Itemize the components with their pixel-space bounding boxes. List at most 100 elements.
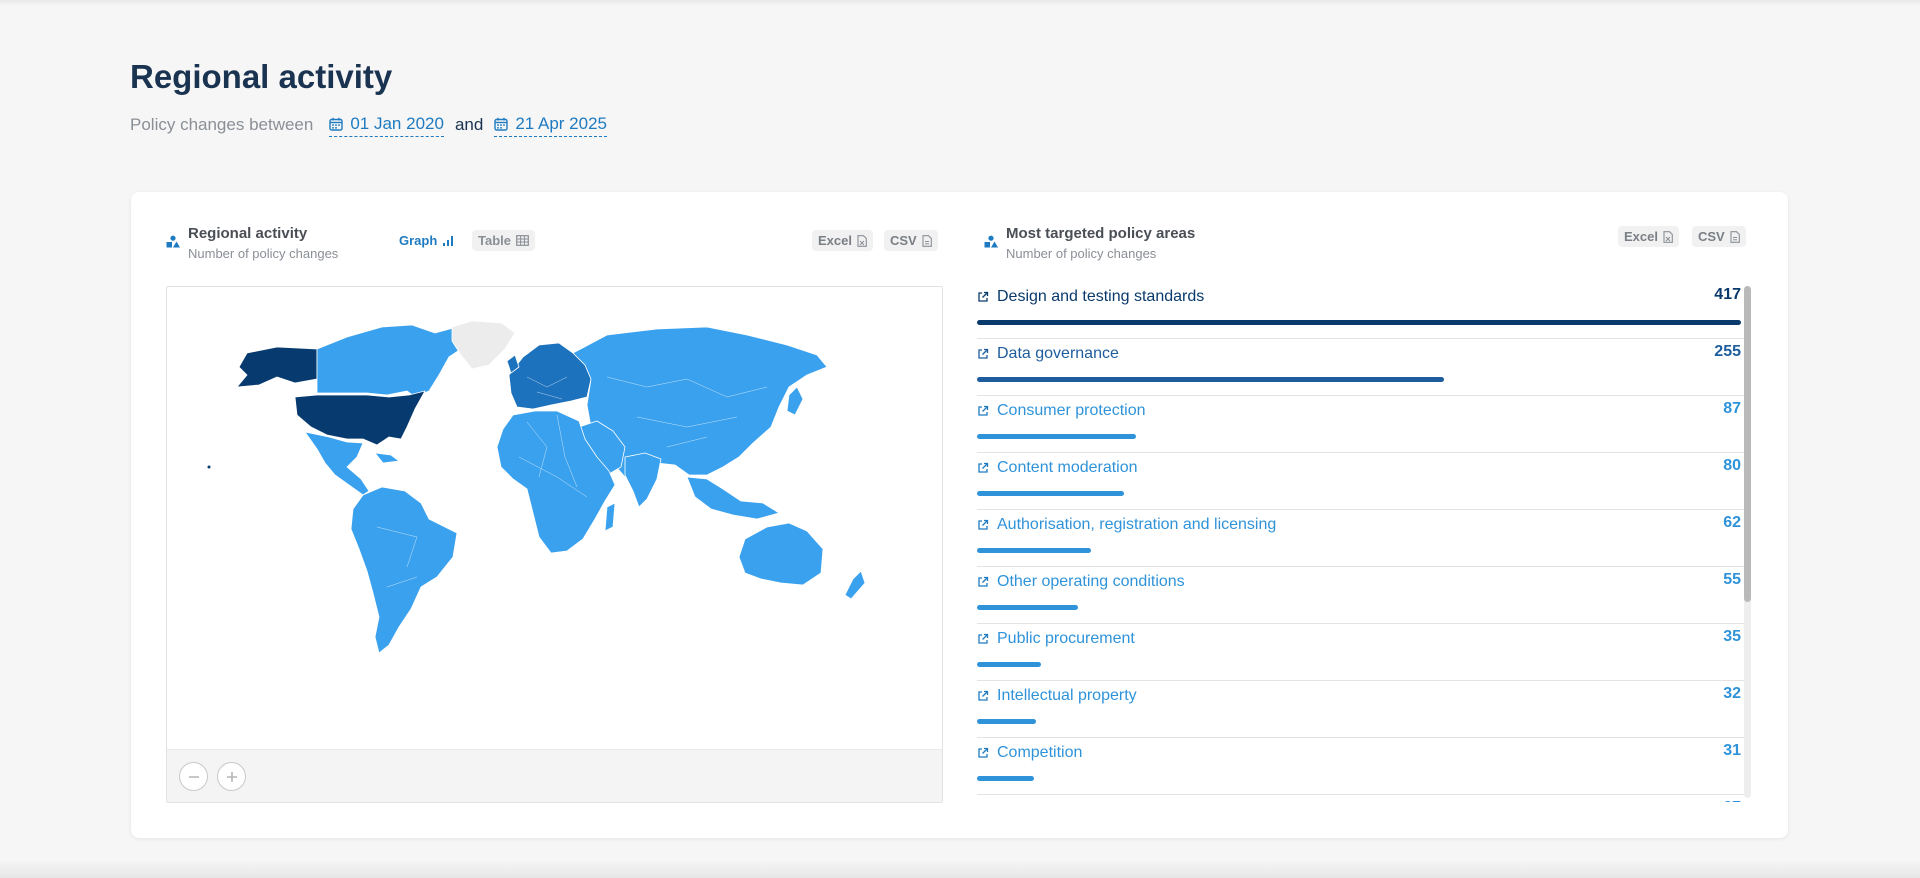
start-date-value: 01 Jan 2020 xyxy=(350,113,444,133)
policy-area-row[interactable]: Public procurement 35 xyxy=(977,624,1751,681)
policy-area-row[interactable]: Competition 31 xyxy=(977,738,1751,795)
world-map-canvas xyxy=(207,320,866,654)
policy-area-bar-track xyxy=(977,776,1741,781)
excel-label: Excel xyxy=(1624,229,1658,244)
policy-list-scrollbar[interactable] xyxy=(1744,286,1751,798)
policy-area-row[interactable]: Data governance 255 xyxy=(977,339,1751,396)
policy-area-count: 55 xyxy=(1723,571,1741,588)
graph-view-toggle[interactable]: Graph xyxy=(393,230,460,251)
table-icon xyxy=(516,235,529,246)
shapes-icon xyxy=(984,235,998,248)
policy-area-bar-track xyxy=(977,719,1741,724)
policy-items-container: Design and testing standards 417 Data go… xyxy=(977,282,1751,802)
map-region-caribbean[interactable] xyxy=(374,452,400,464)
world-map[interactable] xyxy=(166,286,943,803)
date-range-row: Policy changes between 01 Jan 2020 and 2… xyxy=(130,112,608,138)
table-view-toggle[interactable]: Table xyxy=(472,230,535,251)
regional-panel-subtitle: Number of policy changes xyxy=(188,246,339,261)
regional-excel-export-button[interactable]: Excel xyxy=(812,230,873,251)
external-link-icon xyxy=(978,690,989,701)
policy-panel-title: Most targeted policy areas xyxy=(1006,225,1196,242)
activity-card: Regional activity Number of policy chang… xyxy=(131,192,1788,838)
zoom-in-button[interactable] xyxy=(217,762,246,791)
csv-label: CSV xyxy=(1698,229,1725,244)
policy-area-label: Other operating conditions xyxy=(997,573,1185,590)
policy-area-bar xyxy=(977,377,1444,382)
minus-icon xyxy=(188,775,199,778)
policy-area-bar xyxy=(977,434,1136,439)
regional-panel-title: Regional activity xyxy=(188,225,308,242)
map-region-india[interactable] xyxy=(624,452,662,508)
external-link-icon xyxy=(978,291,989,302)
policy-area-count: 32 xyxy=(1723,685,1741,702)
policy-area-bar-track xyxy=(977,434,1741,439)
bar-chart-icon xyxy=(443,235,454,246)
policy-area-bar xyxy=(977,719,1036,724)
policy-area-row[interactable]: Other operating conditions 55 xyxy=(977,567,1751,624)
policy-area-count: 87 xyxy=(1723,400,1741,417)
plus-icon xyxy=(226,771,237,782)
file-icon xyxy=(857,234,867,247)
policy-area-label: Data governance xyxy=(997,345,1119,362)
end-date-picker[interactable]: 21 Apr 2025 xyxy=(494,113,608,137)
regional-panel-header: Regional activity Number of policy chang… xyxy=(166,225,338,261)
policy-area-bar-track xyxy=(977,605,1741,610)
map-region-greenland xyxy=(451,320,516,370)
policy-area-row[interactable]: Design and testing standards 417 xyxy=(977,282,1751,339)
map-region-hawaii[interactable] xyxy=(207,465,211,469)
policy-areas-list[interactable]: Design and testing standards 417 Data go… xyxy=(977,282,1751,802)
date-range-conjunction: and xyxy=(454,115,484,134)
map-region-japan[interactable] xyxy=(786,386,804,416)
policy-area-bar-track xyxy=(977,662,1741,667)
top-shadow xyxy=(0,0,1920,6)
policy-area-count: 62 xyxy=(1723,514,1741,531)
excel-label: Excel xyxy=(818,233,852,248)
map-region-southeast-asia[interactable] xyxy=(686,476,780,520)
calendar-icon xyxy=(494,117,509,131)
policy-area-bar xyxy=(977,491,1124,496)
external-link-icon xyxy=(978,576,989,587)
policy-area-row[interactable]: Authorisation, registration and licensin… xyxy=(977,510,1751,567)
policy-area-label: Intellectual property xyxy=(997,687,1137,704)
map-region-south-america[interactable] xyxy=(350,486,458,654)
file-icon xyxy=(1730,230,1740,243)
regional-csv-export-button[interactable]: CSV xyxy=(884,230,938,251)
bottom-shadow xyxy=(0,860,1920,878)
policy-area-bar-track xyxy=(977,320,1741,325)
end-date-value: 21 Apr 2025 xyxy=(515,113,608,133)
policy-area-label: Competition xyxy=(997,744,1083,761)
map-zoom-bar xyxy=(167,749,942,802)
map-region-canada[interactable] xyxy=(316,324,468,398)
policy-area-bar xyxy=(977,320,1741,325)
policy-csv-export-button[interactable]: CSV xyxy=(1692,226,1746,247)
policy-area-row[interactable]: Consumer protection 87 xyxy=(977,396,1751,453)
policy-area-row[interactable]: Intellectual property 32 xyxy=(977,681,1751,738)
map-region-alaska[interactable] xyxy=(236,346,318,388)
policy-area-label: Labour law xyxy=(997,801,1075,802)
policy-excel-export-button[interactable]: Excel xyxy=(1618,226,1679,247)
external-link-icon xyxy=(978,633,989,644)
zoom-out-button[interactable] xyxy=(179,762,208,791)
policy-area-bar xyxy=(977,662,1041,667)
policy-area-label: Public procurement xyxy=(997,630,1135,647)
policy-area-row[interactable]: Content moderation 80 xyxy=(977,453,1751,510)
map-region-madagascar[interactable] xyxy=(604,502,616,532)
map-region-new-zealand[interactable] xyxy=(844,570,866,600)
file-icon xyxy=(922,234,932,247)
graph-toggle-label: Graph xyxy=(399,233,438,248)
policy-list-scroll-thumb[interactable] xyxy=(1744,286,1751,602)
policy-area-count: 417 xyxy=(1714,286,1741,303)
external-link-icon xyxy=(978,747,989,758)
policy-area-bar-track xyxy=(977,491,1741,496)
policy-area-row[interactable]: Labour law 27 xyxy=(977,795,1751,802)
external-link-icon xyxy=(978,405,989,416)
map-region-mexico[interactable] xyxy=(304,431,370,496)
map-region-australia[interactable] xyxy=(738,522,824,586)
policy-panel-header: Most targeted policy areas Number of pol… xyxy=(984,225,1195,261)
policy-area-label: Consumer protection xyxy=(997,402,1146,419)
policy-area-count: 27 xyxy=(1723,799,1741,802)
policy-area-count: 255 xyxy=(1714,343,1741,360)
policy-area-bar xyxy=(977,548,1091,553)
table-toggle-label: Table xyxy=(478,233,511,248)
start-date-picker[interactable]: 01 Jan 2020 xyxy=(329,114,444,137)
